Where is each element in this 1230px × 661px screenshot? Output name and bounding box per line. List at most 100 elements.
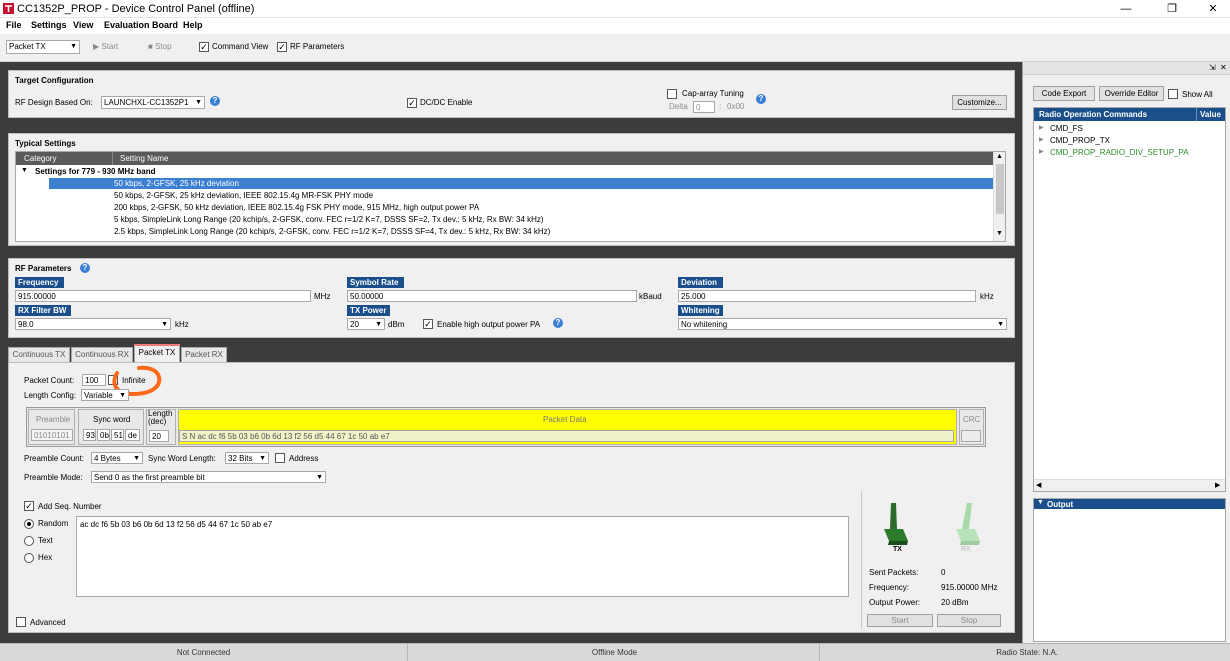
collapse-icon[interactable]: ▼ (1037, 499, 1044, 506)
text-radio[interactable] (24, 536, 34, 546)
help-icon[interactable]: ? (553, 318, 563, 328)
command-item[interactable]: CMD_PROP_RADIO_DIV_SETUP_PA (1050, 148, 1189, 157)
length-config-select[interactable]: Variable ▼ (81, 389, 129, 401)
symbol-rate-input[interactable]: 50.00000 (347, 290, 637, 302)
scroll-up-icon[interactable]: ▲ (996, 153, 1003, 160)
scroll-down-icon[interactable]: ▼ (996, 230, 1003, 237)
pin-icon[interactable]: ⇲ (1209, 63, 1216, 72)
help-icon[interactable]: ? (210, 96, 220, 106)
advanced-checkbox[interactable] (16, 617, 26, 627)
setting-row[interactable]: 50 kbps, 2-GFSK, 25 kHz deviation (114, 179, 239, 188)
tx-power-select[interactable]: 20 ▼ (347, 318, 385, 330)
scroll-left-icon[interactable]: ◀ (1036, 481, 1041, 489)
preamble-mode-select[interactable]: Send 0 as the first preamble bit ▼ (91, 471, 326, 483)
tx-power-label: TX Power (347, 305, 390, 316)
frequency-input[interactable]: 915.00000 (15, 290, 311, 302)
maximize-button[interactable]: ❐ (1149, 0, 1195, 18)
menu-help[interactable]: Help (183, 20, 203, 30)
setting-row[interactable]: 5 kbps, SimpleLink Long Range (20 kchip/… (114, 215, 544, 224)
packet-count-input[interactable]: 100 (82, 374, 106, 386)
expand-icon[interactable]: ▶ (1039, 124, 1044, 131)
rf-parameters-checkbox[interactable]: ✓ (277, 42, 287, 52)
dcdc-checkbox[interactable]: ✓ (407, 98, 417, 108)
packet-data-input[interactable]: S N ac dc f6 5b 03 b6 0b 6d 13 f2 56 d5 … (179, 430, 954, 442)
collapse-icon[interactable]: ▼ (21, 167, 28, 174)
payload-textarea[interactable]: ac dc f6 5b 03 b6 0b 6d 13 f2 56 d5 44 6… (76, 516, 849, 597)
expand-icon[interactable]: ▶ (1039, 136, 1044, 143)
address-checkbox[interactable] (275, 453, 285, 463)
command-item[interactable]: CMD_PROP_TX (1050, 136, 1110, 145)
tx-stop-button[interactable]: Stop (937, 614, 1001, 627)
commands-hscrollbar[interactable]: ◀ ▶ (1034, 479, 1225, 491)
code-export-button[interactable]: Code Export (1033, 86, 1095, 101)
whitening-select[interactable]: No whitening ▼ (678, 318, 1007, 330)
menu-settings[interactable]: Settings (31, 20, 67, 30)
sync-byte[interactable]: de (125, 429, 140, 441)
hex-radio[interactable] (24, 553, 34, 563)
cap-array-label: Cap-array Tuning (682, 89, 744, 98)
menu-file[interactable]: File (6, 20, 22, 30)
customize-button[interactable]: Customize... (952, 95, 1007, 110)
commands-tree: Radio Operation Commands Value ▶ CMD_FS … (1033, 107, 1226, 492)
length-header: Length (dec) (148, 409, 173, 426)
high-pa-checkbox[interactable]: ✓ (423, 319, 433, 329)
delta-input[interactable]: 0 (693, 101, 715, 113)
expand-icon[interactable]: ▶ (1039, 148, 1044, 155)
rf-design-select[interactable]: LAUNCHXL-CC1352P1 ▼ (101, 96, 205, 109)
menu-view[interactable]: View (73, 20, 93, 30)
override-editor-button[interactable]: Override Editor (1099, 86, 1164, 101)
close-panel-icon[interactable]: ✕ (1220, 63, 1227, 72)
chevron-down-icon: ▼ (316, 474, 323, 481)
chevron-down-icon: ▼ (119, 392, 126, 399)
mode-select[interactable]: Packet TX ▼ (6, 40, 80, 54)
sync-byte[interactable]: 93 (83, 429, 96, 441)
tree-scrollbar[interactable]: ▲ ▼ (993, 152, 1005, 241)
random-radio[interactable] (24, 519, 34, 529)
output-panel: ▼ Output (1033, 498, 1226, 642)
rx-label: RX (961, 546, 971, 553)
setting-row[interactable]: 200 kbps, 2-GFSK, 50 kHz deviation, IEEE… (114, 203, 479, 212)
tab-packet-rx[interactable]: Packet RX (181, 347, 227, 362)
scroll-thumb[interactable] (996, 164, 1004, 214)
minimize-button[interactable]: — (1103, 0, 1149, 18)
show-all-label: Show All (1182, 90, 1213, 99)
settings-group[interactable]: Settings for 779 - 930 MHz band (35, 167, 155, 176)
command-view-checkbox[interactable]: ✓ (199, 42, 209, 52)
scroll-right-icon[interactable]: ▶ (1215, 481, 1220, 489)
close-button[interactable]: ✕ (1190, 0, 1230, 18)
start-button[interactable]: ▶ Start (93, 42, 118, 51)
tab-continuous-tx[interactable]: Continuous TX (8, 347, 70, 362)
sync-byte[interactable]: 0b (97, 429, 110, 441)
tab-packet-tx[interactable]: Packet TX (134, 344, 180, 364)
cap-array-checkbox[interactable] (667, 89, 677, 99)
sent-packets-label: Sent Packets: (869, 568, 919, 577)
rx-filter-unit: kHz (175, 320, 189, 329)
delta-separator: : (719, 102, 722, 111)
sync-len-select[interactable]: 32 Bits ▼ (225, 452, 269, 464)
deviation-input[interactable]: 25.000 (678, 290, 976, 302)
add-seq-checkbox[interactable]: ✓ (24, 501, 34, 511)
setting-row[interactable]: 50 kbps, 2-GFSK, 25 kHz deviation, IEEE … (114, 191, 373, 200)
sent-packets-value: 0 (941, 568, 946, 577)
rf-parameters-label: RF Parameters (290, 42, 345, 51)
mode-select-value: Packet TX (9, 42, 46, 51)
tx-start-button[interactable]: Start (867, 614, 933, 627)
sync-byte[interactable]: 51 (111, 429, 124, 441)
menu-evaluation-board[interactable]: Evaluation Board (104, 20, 178, 30)
tab-continuous-rx[interactable]: Continuous RX (71, 347, 133, 362)
stop-button[interactable]: ■ Stop (148, 42, 172, 51)
text-label: Text (38, 536, 53, 545)
help-icon[interactable]: ? (80, 263, 90, 273)
divider (861, 491, 862, 629)
length-value[interactable]: 20 (149, 430, 169, 442)
setting-row[interactable]: 2.5 kbps, SimpleLink Long Range (20 kchi… (114, 227, 550, 236)
show-all-checkbox[interactable] (1168, 89, 1178, 99)
rf-design-value: LAUNCHXL-CC1352P1 (104, 98, 189, 107)
preamble-count-select[interactable]: 4 Bytes ▼ (91, 452, 143, 464)
app-icon (3, 3, 14, 14)
frequency-readout-value: 915.00000 MHz (941, 583, 998, 592)
rx-filter-select[interactable]: 98.0 ▼ (15, 318, 171, 330)
command-item[interactable]: CMD_FS (1050, 124, 1083, 133)
help-icon[interactable]: ? (756, 94, 766, 104)
rf-parameters-panel: RF Parameters ? Frequency 915.00000 MHz … (8, 258, 1015, 338)
